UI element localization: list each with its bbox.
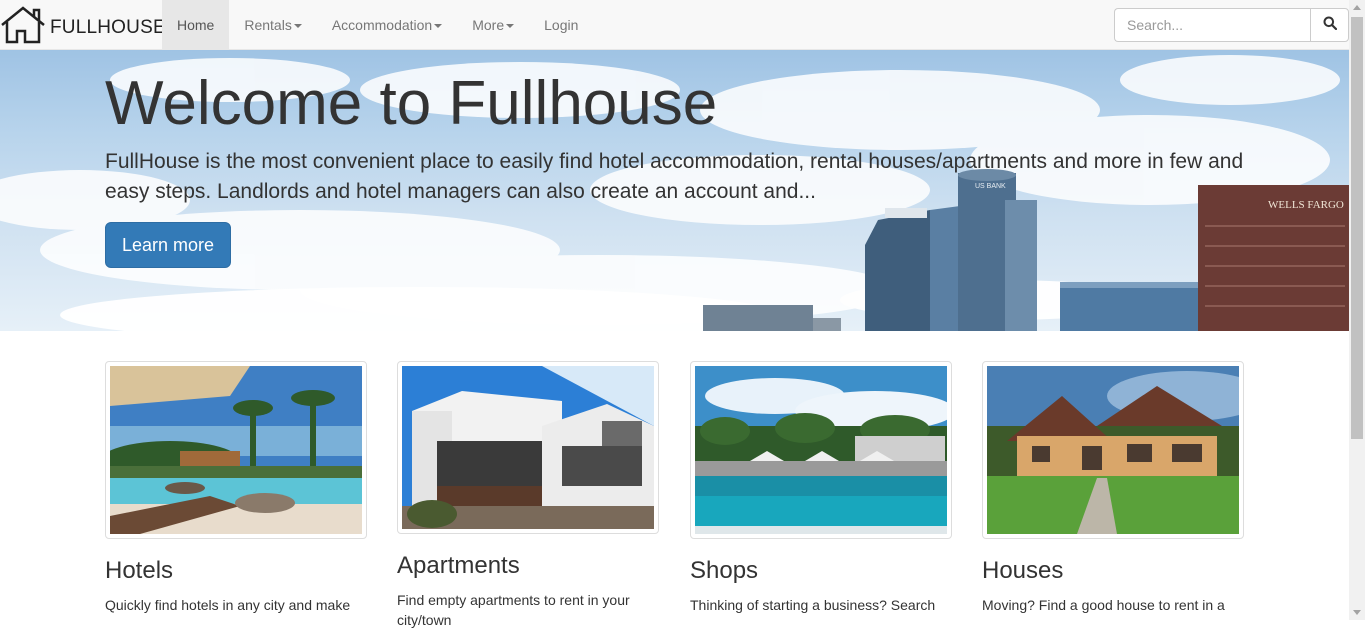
caret-down-icon	[506, 24, 515, 28]
nav-login-label: Login	[544, 17, 579, 33]
brand-link[interactable]: FULLHOUSE	[0, 0, 166, 50]
house-logo-icon	[0, 5, 46, 45]
caret-down-icon	[434, 24, 443, 28]
nav-accommodation-dropdown[interactable]: Accommodation	[317, 0, 457, 50]
nav-accommodation-label: Accommodation	[331, 17, 433, 33]
shops-title: Shops	[690, 557, 759, 584]
nav-home[interactable]: Home	[162, 0, 230, 50]
nav-login[interactable]: Login	[529, 0, 593, 50]
houses-title: Houses	[982, 557, 1064, 584]
houses-thumbnail[interactable]	[982, 361, 1244, 539]
scrollbar-thumb[interactable]	[1351, 17, 1363, 439]
nav-rentals-dropdown[interactable]: Rentals	[229, 0, 316, 50]
scroll-down-arrow-icon[interactable]	[1353, 610, 1361, 615]
hotels-description: Quickly find hotels in any city and make	[105, 597, 351, 613]
nav-home-label: Home	[177, 17, 215, 33]
hotels-title: Hotels	[105, 557, 174, 584]
hero-description: FullHouse is the most convenient place t…	[105, 150, 1244, 203]
caret-down-icon	[293, 24, 302, 28]
nav-more-label: More	[472, 17, 505, 33]
wells-fargo-sign: WELLS FARGO	[1268, 199, 1344, 211]
brand-name: FULLHOUSE	[50, 17, 166, 38]
apartments-title: Apartments	[397, 552, 520, 579]
learn-more-button[interactable]: Learn more	[105, 222, 231, 268]
scroll-up-arrow-icon[interactable]	[1353, 5, 1361, 10]
search-form	[1114, 8, 1349, 42]
nav-more-dropdown[interactable]: More	[457, 0, 529, 50]
top-navbar: FULLHOUSE Home Rentals Accommodation Mor…	[0, 0, 1349, 50]
shops-thumbnail[interactable]	[690, 361, 952, 539]
apartments-thumbnail[interactable]	[397, 361, 659, 534]
nav-rentals-label: Rentals	[244, 17, 292, 33]
main-nav: Home Rentals Accommodation More Login	[162, 0, 593, 50]
houses-description: Moving? Find a good house to rent in a	[982, 597, 1225, 613]
search-icon	[1323, 16, 1337, 35]
apartments-description: Find empty apartments to rent in your ci…	[397, 592, 630, 628]
hotels-thumbnail[interactable]	[105, 361, 367, 539]
shops-description: Thinking of starting a business? Search	[690, 597, 936, 613]
hero-title: Welcome to Fullhouse	[105, 69, 718, 138]
page-scrollbar[interactable]	[1349, 0, 1365, 620]
search-button[interactable]	[1310, 8, 1349, 42]
search-input[interactable]	[1114, 8, 1310, 42]
hero-jumbotron: WELLS FARGO US BANK Welcome to Fullhouse…	[0, 50, 1349, 331]
